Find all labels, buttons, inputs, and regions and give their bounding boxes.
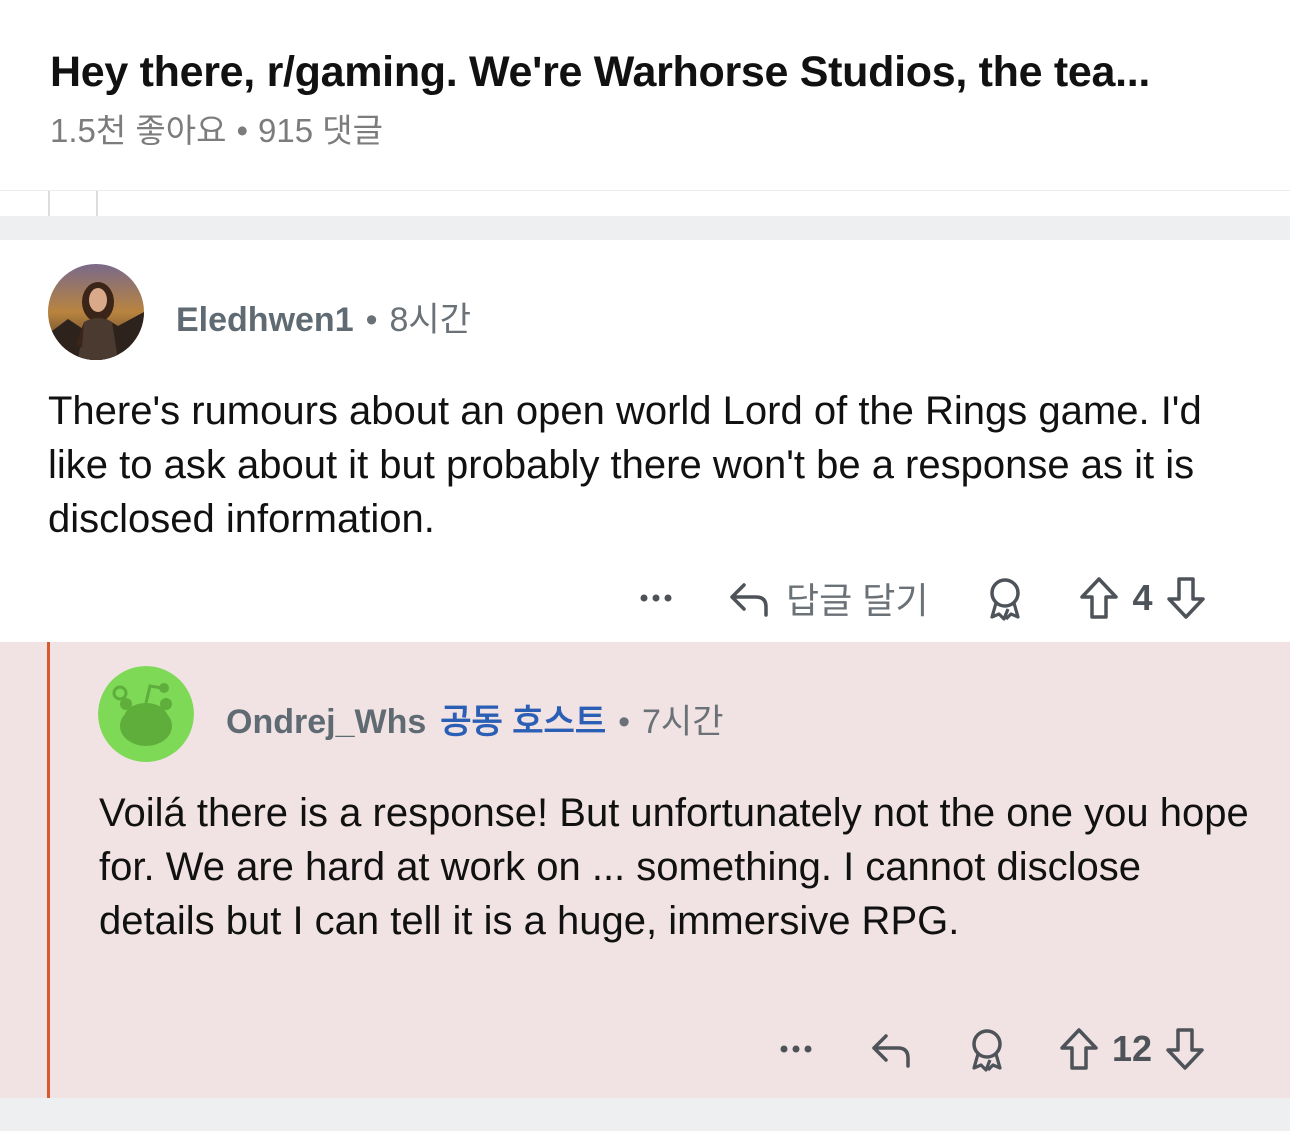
post-header[interactable]: Hey there, r/gaming. We're Warhorse Stud…: [0, 0, 1290, 190]
thread-lines: [0, 190, 1290, 217]
thread-indicator[interactable]: [47, 642, 50, 1098]
section-divider: [0, 1098, 1290, 1131]
comment-actions: 답글 달기 4: [636, 572, 1207, 624]
reply-comment: Ondrej_Whs 공동 호스트 • 7시간 Voilá there is a re…: [0, 642, 1290, 1098]
vote-score: 12: [1112, 1028, 1153, 1069]
cohost-flair: 공동 호스트: [440, 703, 607, 741]
post-title[interactable]: Hey there, r/gaming. We're Warhorse Stud…: [50, 48, 1250, 97]
downvote-icon[interactable]: [1164, 1026, 1206, 1072]
meta-separator: •: [236, 112, 249, 149]
avatar[interactable]: [48, 264, 144, 360]
section-divider: [0, 216, 1290, 240]
comment-body: Voilá there is a response! But unfortuna…: [99, 791, 1249, 943]
comment-body: There's rumours about an open world Lord…: [48, 389, 1202, 541]
snoo-avatar-icon: [98, 666, 194, 762]
thread-line: [96, 191, 98, 217]
comment-time: 7시간: [642, 703, 724, 741]
comment: Eledhwen1 • 8시간 There's rumours about an o…: [0, 240, 1290, 642]
award-icon[interactable]: [982, 575, 1028, 621]
vote-score: 4: [1132, 577, 1153, 618]
comment-meta: Eledhwen1 • 8시간: [176, 292, 471, 341]
reply-label[interactable]: 답글 달기: [786, 572, 928, 624]
post-meta: 1.5천 좋아요 • 915 댓글: [50, 104, 383, 152]
upvote-icon[interactable]: [1078, 575, 1120, 621]
comment-username[interactable]: Eledhwen1: [176, 301, 354, 339]
more-icon[interactable]: [636, 578, 676, 618]
award-icon[interactable]: [964, 1026, 1010, 1072]
downvote-icon[interactable]: [1165, 575, 1207, 621]
more-icon[interactable]: [776, 1029, 816, 1069]
post-likes: 1.5천 좋아요: [50, 112, 227, 149]
meta-separator: •: [365, 301, 378, 339]
reply-arrow-icon[interactable]: [868, 1026, 914, 1072]
thread-line: [48, 191, 50, 217]
meta-separator: •: [618, 703, 631, 741]
user-avatar-image: [48, 264, 144, 360]
avatar[interactable]: [98, 666, 194, 762]
upvote-icon[interactable]: [1058, 1026, 1100, 1072]
reply-arrow-icon[interactable]: [726, 575, 772, 621]
post-comment-count: 915 댓글: [258, 112, 383, 149]
comment-time: 8시간: [389, 301, 471, 339]
comment-actions: 12: [776, 1026, 1206, 1072]
comment-meta: Ondrej_Whs 공동 호스트 • 7시간: [226, 694, 724, 743]
comment-username[interactable]: Ondrej_Whs: [226, 703, 426, 741]
